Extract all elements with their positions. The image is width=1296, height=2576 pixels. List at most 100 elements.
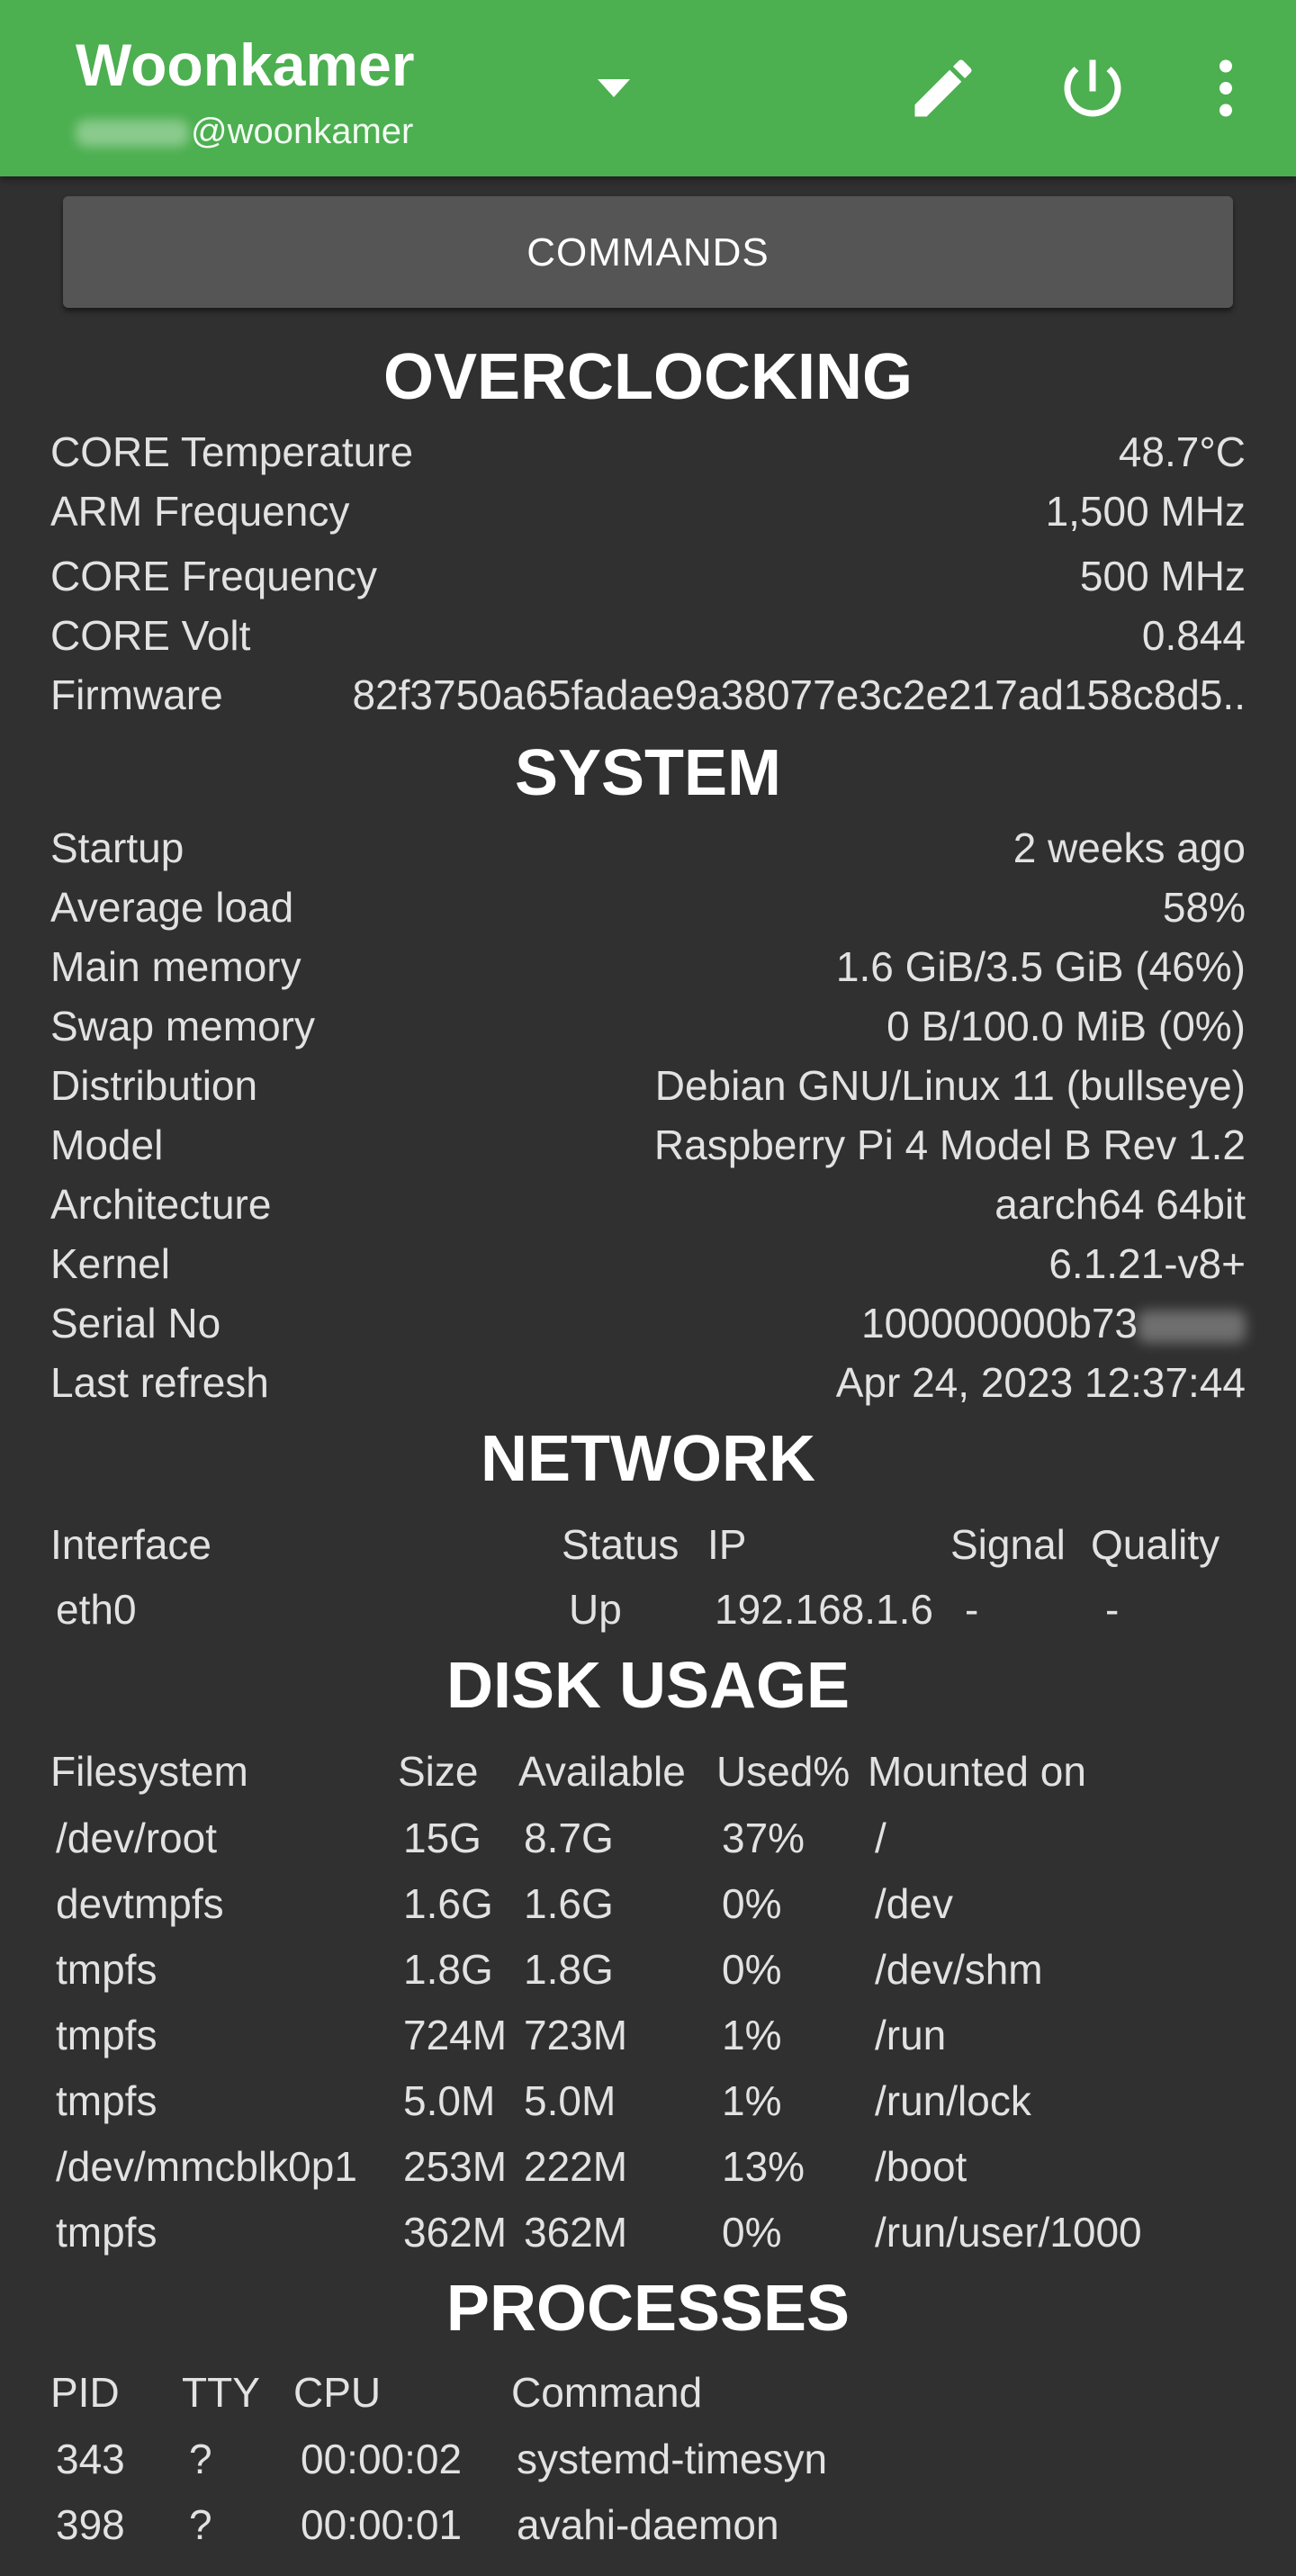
overclocking-row: CORE Frequency 500 MHz [50, 549, 1246, 603]
disk-cell-size: 15G [403, 1815, 482, 1861]
overclocking-row: CORE Volt 0.844 [50, 608, 1246, 662]
pencil-icon[interactable] [905, 50, 981, 126]
system-row: Main memory 1.6 GiB/3.5 GiB (46%) [50, 940, 1246, 994]
system-row: Kernel 6.1.21-v8+ [50, 1237, 1246, 1291]
disk-cell-filesystem: /dev/root [56, 1815, 217, 1861]
row-value: 6.1.21-v8+ [1048, 1240, 1246, 1287]
disk-cell-size: 1.8G [403, 1946, 493, 1993]
row-value: 48.7°C [1118, 428, 1246, 475]
process-header-cpu: CPU [293, 2369, 382, 2416]
network-header-quality: Quality [1091, 1521, 1220, 1568]
row-value: Apr 24, 2023 12:37:44 [835, 1359, 1246, 1406]
disk-cell-used: 1% [722, 2077, 782, 2124]
row-label: Kernel [50, 1240, 170, 1287]
process-header-command: Command [511, 2369, 703, 2416]
serial-value-text: 100000000b73 [861, 1300, 1138, 1347]
disk-cell-filesystem: tmpfs [56, 2077, 158, 2124]
row-value: aarch64 64bit [994, 1181, 1246, 1228]
disk-cell-available: 362M [524, 2209, 628, 2256]
redacted-serial [1138, 1310, 1246, 1343]
row-label: Model [50, 1121, 164, 1168]
disk-header-size: Size [398, 1748, 479, 1795]
overclocking-title: OVERCLOCKING [382, 341, 914, 413]
process-cell-command: systemd-timesyn [517, 2436, 828, 2482]
network-cell-signal: - [965, 1586, 979, 1633]
network-cell-interface: eth0 [56, 1586, 137, 1633]
overclocking-row: ARM Frequency 1,500 MHz [50, 484, 1246, 538]
row-label: CORE Frequency [50, 553, 378, 599]
disk-cell-available: 723M [524, 2012, 628, 2058]
disk-usage-title: DISK USAGE [446, 1650, 850, 1722]
process-cell-cpu: 00:00:02 [301, 2436, 463, 2482]
disk-cell-filesystem: tmpfs [56, 1946, 158, 1993]
network-cell-quality: - [1105, 1586, 1120, 1633]
row-value: 0 B/100.0 MiB (0%) [886, 1003, 1246, 1049]
row-value: 1,500 MHz [1045, 488, 1246, 535]
disk-header-filesystem: Filesystem [50, 1748, 248, 1795]
row-value: 500 MHz [1079, 553, 1246, 599]
process-cell-tty: ? [189, 2436, 212, 2482]
row-value: Raspberry Pi 4 Model B Rev 1.2 [653, 1121, 1246, 1168]
redacted-username [76, 120, 189, 148]
row-label: ARM Frequency [50, 488, 350, 535]
network-cell-status: Up [569, 1586, 622, 1633]
process-header-pid: PID [50, 2369, 120, 2416]
disk-cell-size: 5.0M [403, 2077, 496, 2124]
host-dropdown-icon[interactable] [594, 74, 634, 101]
network-header-interface: Interface [50, 1521, 212, 1568]
row-value: 0.844 [1141, 612, 1246, 659]
overclocking-row: CORE Temperature 48.7°C [50, 425, 1246, 479]
system-row: Startup 2 weeks ago [50, 821, 1246, 875]
serial-value: 100000000b73 [861, 1296, 1246, 1350]
row-label: CORE Temperature [50, 428, 414, 475]
process-header-tty: TTY [182, 2369, 260, 2416]
system-row: Architecture aarch64 64bit [50, 1177, 1246, 1231]
disk-cell-available: 5.0M [524, 2077, 616, 2124]
network-title: NETWORK [481, 1423, 815, 1495]
row-value: 82f3750a65fadae9a38077e3c2e217ad158c8d5.… [352, 671, 1246, 718]
disk-cell-used: 37% [722, 1815, 806, 1861]
disk-cell-mounted: /run/user/1000 [875, 2209, 1142, 2256]
disk-cell-mounted: /dev [875, 1880, 953, 1927]
disk-cell-available: 1.8G [524, 1946, 614, 1993]
more-vert-icon[interactable] [1188, 50, 1264, 126]
app-toolbar: Woonkamer @woonkamer [0, 0, 1296, 176]
row-label: Startup [50, 824, 184, 871]
disk-cell-used: 0% [722, 1946, 782, 1993]
network-header-status: Status [562, 1521, 680, 1568]
disk-header-available: Available [518, 1748, 686, 1795]
row-value: 2 weeks ago [1012, 824, 1246, 871]
system-row: Model Raspberry Pi 4 Model B Rev 1.2 [50, 1118, 1246, 1172]
disk-cell-mounted: / [875, 1815, 886, 1861]
disk-header-mounted: Mounted on [868, 1748, 1086, 1795]
network-cell-ip: 192.168.1.6 [715, 1586, 934, 1633]
host-title: Woonkamer [76, 32, 415, 98]
disk-cell-filesystem: /dev/mmcblk0p1 [56, 2143, 357, 2190]
power-icon[interactable] [1055, 50, 1130, 126]
commands-button[interactable]: COMMANDS [63, 196, 1233, 308]
row-label: Swap memory [50, 1003, 315, 1049]
disk-cell-filesystem: tmpfs [56, 2209, 158, 2256]
process-cell-tty: ? [189, 2501, 212, 2548]
host-subtitle-text: @woonkamer [191, 112, 414, 151]
disk-cell-used: 0% [722, 2209, 782, 2256]
disk-cell-filesystem: tmpfs [56, 2012, 158, 2058]
system-row: Serial No 100000000b73 [50, 1296, 1246, 1350]
system-row: Average load 58% [50, 880, 1246, 934]
system-row: Last refresh Apr 24, 2023 12:37:44 [50, 1356, 1246, 1410]
disk-cell-used: 13% [722, 2143, 806, 2190]
system-row: Swap memory 0 B/100.0 MiB (0%) [50, 999, 1246, 1053]
disk-cell-mounted: /dev/shm [875, 1946, 1043, 1993]
network-header-ip: IP [707, 1521, 747, 1568]
process-cell-cpu: 00:00:01 [301, 2501, 463, 2548]
processes-title: PROCESSES [446, 2273, 850, 2345]
row-label: Distribution [50, 1062, 258, 1109]
process-cell-pid: 398 [56, 2501, 125, 2548]
disk-cell-size: 362M [403, 2209, 508, 2256]
row-label: CORE Volt [50, 612, 251, 659]
system-title: SYSTEM [514, 737, 782, 809]
host-subtitle: @woonkamer [76, 106, 413, 157]
row-value: 1.6 GiB/3.5 GiB (46%) [835, 943, 1246, 990]
row-label: Average load [50, 884, 294, 931]
disk-cell-mounted: /run/lock [875, 2077, 1031, 2124]
